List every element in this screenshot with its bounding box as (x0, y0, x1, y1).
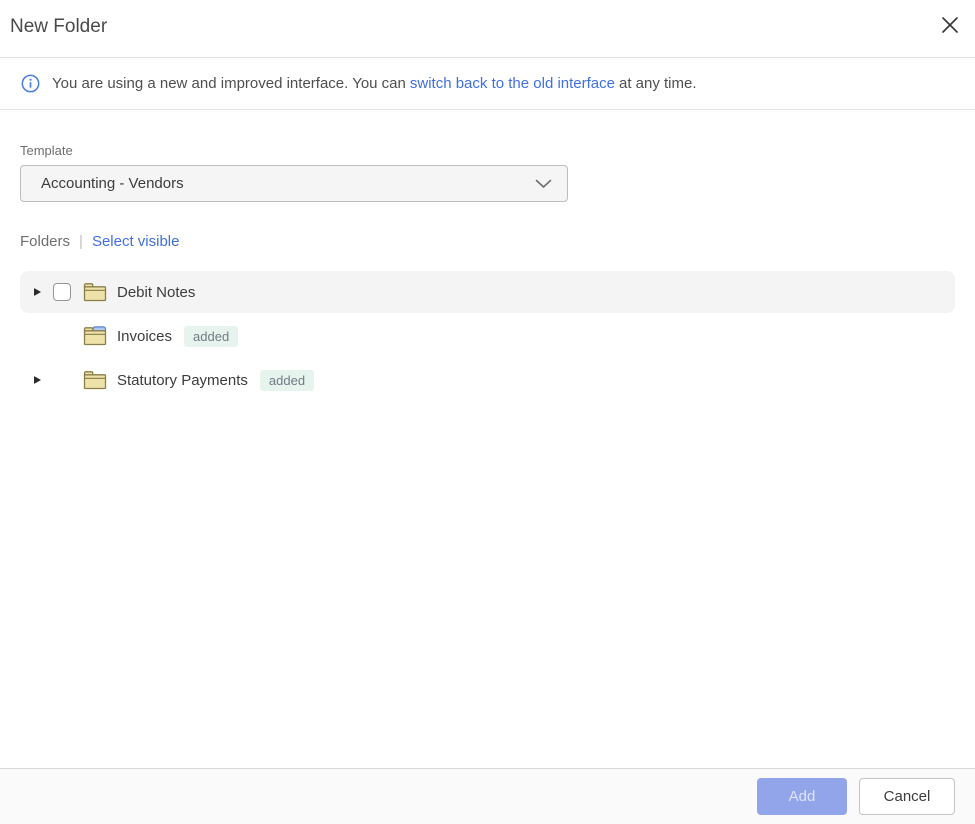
folder-checkbox[interactable] (53, 283, 71, 301)
folder-name: Statutory Payments (117, 371, 248, 389)
expand-arrow-icon[interactable] (34, 376, 41, 384)
dialog-content: Template Accounting - Vendors Folders | … (0, 143, 975, 401)
switch-old-interface-link[interactable]: switch back to the old interface (410, 75, 615, 92)
added-badge: added (259, 369, 315, 391)
cancel-button[interactable]: Cancel (859, 778, 955, 815)
folder-added-icon (83, 326, 107, 346)
dialog-footer: Add Cancel (0, 768, 975, 824)
expand-arrow-icon[interactable] (34, 288, 41, 296)
folder-tree: Debit Notes Invoices added Statutory Pay… (20, 271, 955, 401)
close-icon (940, 15, 960, 35)
added-badge: added (184, 325, 239, 347)
info-banner: You are using a new and improved interfa… (0, 58, 975, 110)
folder-name: Invoices (117, 327, 173, 345)
dialog-header: New Folder (0, 0, 975, 58)
template-label: Template (20, 143, 73, 158)
close-button[interactable] (937, 12, 963, 38)
select-visible-link[interactable]: Select visible (92, 233, 180, 250)
folders-label: Folders (20, 233, 71, 250)
new-folder-dialog: New Folder You are using a new and impro… (0, 0, 975, 824)
tree-row-debit-notes[interactable]: Debit Notes (20, 271, 955, 313)
folders-separator: | (79, 233, 83, 250)
folders-header: Folders | Select visible (20, 233, 955, 250)
tree-row-statutory-payments[interactable]: Statutory Payments added (20, 359, 955, 401)
add-button[interactable]: Add (757, 778, 847, 815)
folder-icon (83, 282, 107, 302)
template-selected-value: Accounting - Vendors (41, 175, 184, 192)
tree-row-invoices[interactable]: Invoices added (20, 315, 955, 357)
template-select[interactable]: Accounting - Vendors (20, 165, 568, 202)
folder-name: Debit Notes (117, 283, 196, 301)
folder-icon (83, 370, 107, 390)
dialog-title: New Folder (10, 16, 108, 37)
chevron-down-icon (535, 179, 552, 189)
banner-text-before: You are using a new and improved interfa… (52, 75, 406, 92)
info-icon (21, 74, 40, 93)
banner-text-after: at any time. (618, 75, 697, 92)
